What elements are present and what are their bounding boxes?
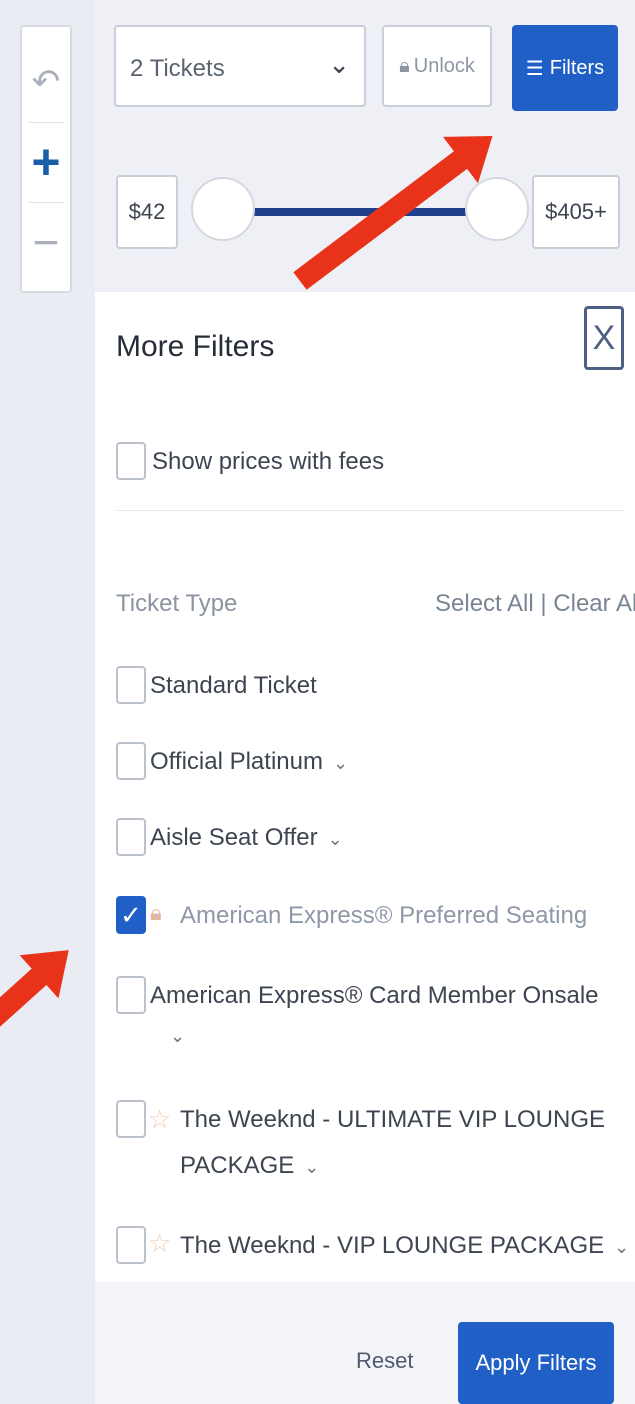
ticket-type-label: The Weeknd - ULTIMATE VIP LOUNGE (180, 1106, 606, 1133)
ticket-type-checkbox[interactable] (116, 1226, 146, 1264)
ticket-type-label: Official Platinum (150, 748, 323, 775)
zoom-out-icon[interactable]: − (22, 207, 70, 277)
ticket-type-row: PACKAGE ⌄ (180, 1152, 319, 1180)
ticket-type-label: American Express® Preferred Seating (180, 902, 588, 929)
more-filters-title: More Filters (116, 330, 275, 363)
ticket-type-checkbox[interactable] (116, 818, 146, 856)
chevron-down-icon[interactable]: ⌄ (328, 829, 343, 849)
apply-filters-label: Apply Filters (475, 1350, 597, 1375)
ticket-type-checkbox[interactable] (116, 976, 146, 1014)
price-min-value: $42 (128, 199, 166, 224)
reset-button[interactable]: Reset (356, 1348, 413, 1374)
chevron-down-icon[interactable]: ⌄ (304, 1157, 319, 1177)
chevron-down-icon: ⌄ (328, 49, 350, 79)
link-separator: | (540, 590, 547, 617)
ticket-type-title: Ticket Type (116, 590, 238, 617)
chevron-down-icon[interactable]: ⌄ (170, 1026, 185, 1047)
ticket-type-checkbox-checked[interactable]: ✓ (116, 896, 146, 934)
undo-icon[interactable]: ↶ (22, 47, 70, 117)
price-slider-min-handle[interactable] (191, 177, 255, 241)
show-fees-label: Show prices with fees (152, 448, 385, 475)
price-slider-track[interactable] (215, 208, 490, 216)
ticket-type-row: Official Platinum ⌄ (150, 748, 348, 776)
unlock-button[interactable]: 🔒︎ Unlock (382, 25, 492, 107)
ticket-quantity-select[interactable]: 2 Tickets ⌄ (114, 25, 366, 107)
ticket-type-label: The Weeknd - VIP LOUNGE PACKAGE (180, 1232, 605, 1259)
close-icon: X (592, 318, 616, 357)
star-icon: ☆ (148, 1104, 172, 1134)
map-controls: ↶ + − (20, 25, 72, 293)
divider (28, 122, 64, 123)
sliders-icon: ☰ (525, 57, 544, 80)
ticket-type-label: American Express® Card Member Onsale (150, 982, 599, 1009)
filters-button[interactable]: ☰ Filters (512, 25, 618, 111)
ticket-type-label-line2: PACKAGE (180, 1152, 295, 1179)
divider (116, 510, 624, 511)
chevron-down-icon[interactable]: ⌄ (333, 753, 348, 773)
divider (28, 202, 64, 203)
filters-label: Filters (549, 56, 605, 79)
price-slider-max-handle[interactable] (465, 177, 529, 241)
lock-icon: 🔒︎ (399, 54, 410, 77)
zoom-in-icon[interactable]: + (22, 127, 70, 197)
star-icon: ☆ (148, 1228, 172, 1258)
apply-filters-button[interactable]: Apply Filters (458, 1322, 614, 1404)
unlock-label: Unlock (413, 54, 475, 77)
ticket-type-row: Aisle Seat Offer ⌄ (150, 824, 343, 852)
price-min-field[interactable]: $42 (116, 175, 178, 249)
select-clear-links: Select All | Clear All (435, 590, 635, 618)
ticket-type-checkbox[interactable] (116, 1100, 146, 1138)
show-fees-checkbox[interactable] (116, 442, 146, 480)
price-max-field[interactable]: $405+ (532, 175, 620, 249)
price-max-value: $405+ (545, 199, 607, 224)
lock-icon: 🔒︎ (150, 900, 162, 925)
ticket-quantity-value: 2 Tickets (130, 55, 225, 82)
chevron-down-icon[interactable]: ⌄ (614, 1237, 629, 1257)
ticket-type-label: Standard Ticket (150, 672, 317, 699)
select-all-link[interactable]: Select All (435, 590, 534, 617)
ticket-type-label: Aisle Seat Offer (150, 824, 318, 851)
ticket-type-row: The Weeknd - VIP LOUNGE PACKAGE ⌄ (180, 1232, 629, 1260)
clear-all-link[interactable]: Clear All (553, 590, 635, 617)
close-button[interactable]: X (584, 306, 624, 370)
ticket-type-checkbox[interactable] (116, 666, 146, 704)
ticket-type-checkbox[interactable] (116, 742, 146, 780)
